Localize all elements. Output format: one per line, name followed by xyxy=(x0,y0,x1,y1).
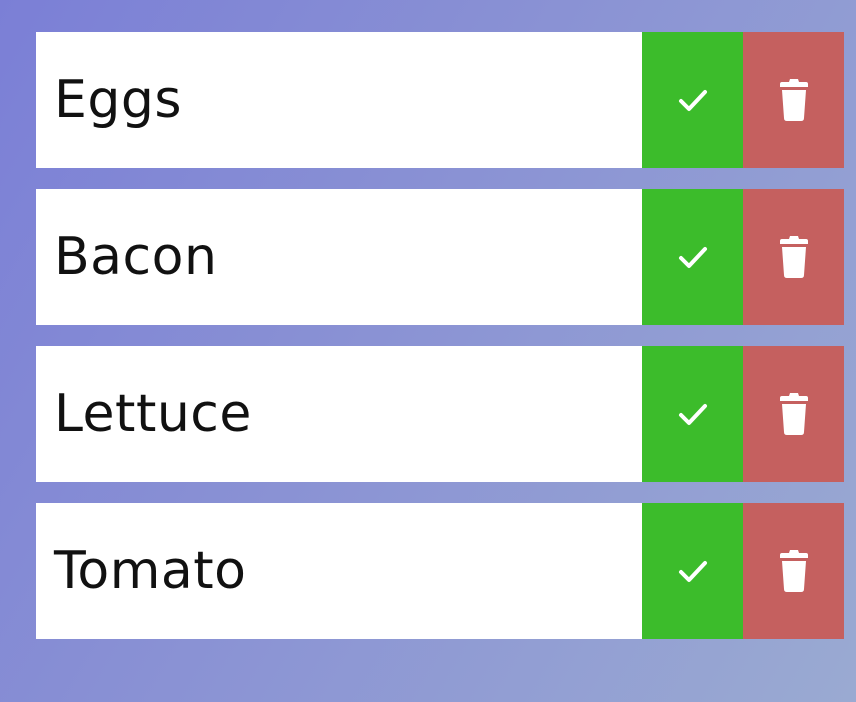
complete-button[interactable] xyxy=(642,346,743,482)
check-icon xyxy=(678,561,707,582)
trash-button[interactable] xyxy=(743,503,844,639)
todo-text: Lettuce xyxy=(54,384,252,444)
complete-button[interactable] xyxy=(642,32,743,168)
trash-icon xyxy=(779,236,808,278)
todo-item: Lettuce xyxy=(36,346,844,482)
check-icon xyxy=(678,90,707,111)
trash-button[interactable] xyxy=(743,189,844,325)
trash-icon xyxy=(779,550,808,592)
todo-list: Eggs Bacon Lettuce Tomato xyxy=(36,32,844,660)
todo-item: Tomato xyxy=(36,503,844,639)
todo-text: Tomato xyxy=(54,541,247,601)
check-icon xyxy=(678,247,707,268)
complete-button[interactable] xyxy=(642,503,743,639)
trash-icon xyxy=(779,393,808,435)
trash-button[interactable] xyxy=(743,32,844,168)
complete-button[interactable] xyxy=(642,189,743,325)
trash-button[interactable] xyxy=(743,346,844,482)
todo-item: Bacon xyxy=(36,189,844,325)
check-icon xyxy=(678,404,707,425)
todo-text: Bacon xyxy=(54,227,218,287)
trash-icon xyxy=(779,79,808,121)
todo-item: Eggs xyxy=(36,32,844,168)
todo-text: Eggs xyxy=(54,70,182,130)
